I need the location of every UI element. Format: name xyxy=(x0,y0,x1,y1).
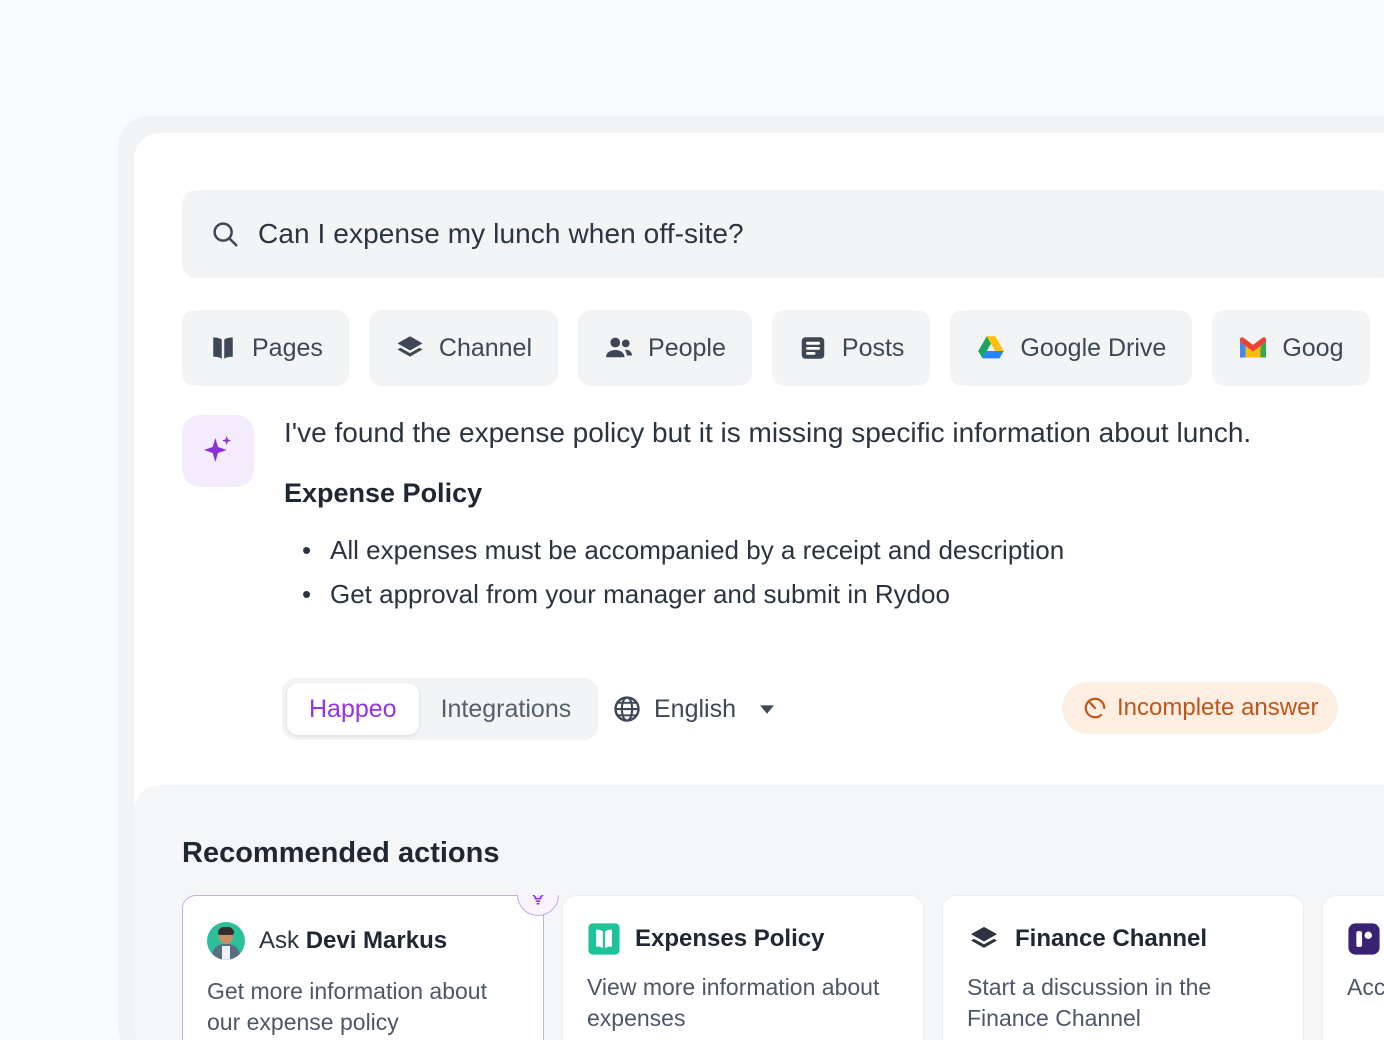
recommended-card-ask-person[interactable]: Ask Devi Markus Get more information abo… xyxy=(182,895,544,1040)
source-toggle: Happeo Integrations xyxy=(282,678,598,740)
source-toggle-happeo[interactable]: Happeo xyxy=(287,683,419,735)
recommended-card-header: Ask Devi Markus xyxy=(207,922,519,960)
ai-answer-bullet: All expenses must be accompanied by a re… xyxy=(284,529,1372,573)
book-green-icon xyxy=(587,922,621,956)
recommended-card-description: Acce via F xyxy=(1347,972,1384,1003)
filter-chip-people[interactable]: People xyxy=(578,310,752,386)
ai-answer-bullet: Get approval from your manager and submi… xyxy=(284,573,1372,617)
layers-icon xyxy=(395,333,425,363)
recommended-card-title: Ask Devi Markus xyxy=(259,927,447,955)
ai-answer-lead: I've found the expense policy but it is … xyxy=(284,415,1372,452)
recommended-card-title: Finance Channel xyxy=(1015,925,1207,953)
recommended-actions-list: Ask Devi Markus Get more information abo… xyxy=(182,895,1384,1040)
sparkle-icon xyxy=(198,431,238,471)
filter-chip-label: People xyxy=(648,334,726,363)
recommended-card-header: Finance Channel xyxy=(967,922,1279,956)
filter-chip-row: Pages Channel People xyxy=(182,310,1384,386)
book-open-icon xyxy=(208,333,238,363)
search-bar[interactable]: Can I expense my lunch when off-site? xyxy=(182,190,1384,278)
recommended-card-title: Expenses Policy xyxy=(635,925,824,953)
search-input-value[interactable]: Can I expense my lunch when off-site? xyxy=(258,218,744,250)
ai-answer-block: I've found the expense policy but it is … xyxy=(182,415,1372,616)
filter-chip-label: Posts xyxy=(842,334,905,363)
lightbulb-sparkle-icon xyxy=(517,895,559,916)
app-root: Can I expense my lunch when off-site? Pa… xyxy=(0,0,1384,1040)
ask-prefix: Ask xyxy=(259,927,306,954)
post-icon xyxy=(798,333,828,363)
filter-chip-google-drive[interactable]: Google Drive xyxy=(950,310,1192,386)
recommended-card-header xyxy=(1347,922,1384,956)
language-selector[interactable]: English xyxy=(612,681,776,737)
recommended-card-header: Expenses Policy xyxy=(587,922,899,956)
layers-icon xyxy=(967,922,1001,956)
status-badge-label: Incomplete answer xyxy=(1117,694,1318,722)
avatar xyxy=(207,922,245,960)
ai-answer-heading: Expense Policy xyxy=(284,478,1372,509)
ai-answer-bullets: All expenses must be accompanied by a re… xyxy=(284,529,1372,616)
recommended-card-description: Get more information about our expense p… xyxy=(207,976,519,1038)
globe-icon xyxy=(612,694,642,724)
filter-chip-label: Goog xyxy=(1282,334,1343,363)
people-icon xyxy=(604,333,634,363)
recommended-card-expenses-policy[interactable]: Expenses Policy View more information ab… xyxy=(562,895,924,1040)
incomplete-gauge-icon xyxy=(1082,695,1108,721)
search-window: Can I expense my lunch when off-site? Pa… xyxy=(134,133,1384,1040)
filter-chip-label: Pages xyxy=(252,334,323,363)
filter-chip-pages[interactable]: Pages xyxy=(182,310,349,386)
filter-chip-channel[interactable]: Channel xyxy=(369,310,558,386)
rydoo-icon xyxy=(1347,922,1381,956)
answer-controls: Happeo Integrations English xyxy=(282,678,1372,740)
recommended-card-description: Start a discussion in the Finance Channe… xyxy=(967,972,1279,1034)
recommended-card-description: View more information about expenses xyxy=(587,972,899,1034)
recommended-card-finance-channel[interactable]: Finance Channel Start a discussion in th… xyxy=(942,895,1304,1040)
filter-chip-gmail[interactable]: Goog xyxy=(1212,310,1369,386)
source-toggle-integrations[interactable]: Integrations xyxy=(419,683,594,735)
search-icon xyxy=(210,219,240,249)
recommended-actions-section: Recommended actions xyxy=(134,785,1384,1040)
language-label: English xyxy=(654,695,736,724)
filter-chip-posts[interactable]: Posts xyxy=(772,310,931,386)
gmail-icon xyxy=(1238,333,1268,363)
person-name: Devi Markus xyxy=(306,927,447,954)
filter-chip-label: Channel xyxy=(439,334,532,363)
google-drive-icon xyxy=(976,333,1006,363)
ai-answer-body: I've found the expense policy but it is … xyxy=(284,415,1372,616)
status-badge: Incomplete answer xyxy=(1062,682,1338,734)
ai-badge xyxy=(182,415,254,487)
recommended-actions-title: Recommended actions xyxy=(182,837,499,870)
chevron-down-icon xyxy=(758,700,776,718)
recommended-card-rydoo[interactable]: Acce via F xyxy=(1322,895,1384,1040)
filter-chip-label: Google Drive xyxy=(1020,334,1166,363)
